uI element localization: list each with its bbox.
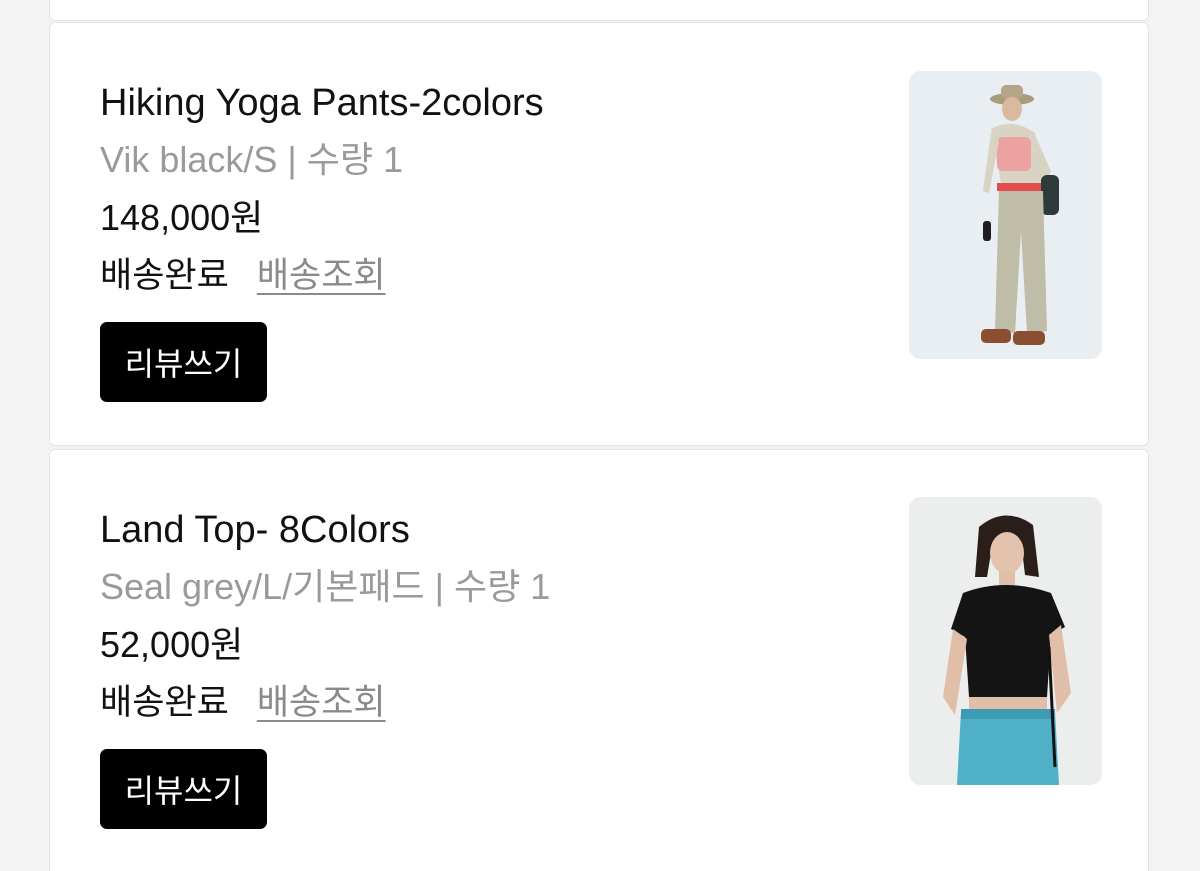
product-price: 148,000원: [100, 197, 264, 238]
order-list: Hiking Yoga Pants-2colors Vik black/S | …: [0, 0, 1200, 871]
track-delivery-link[interactable]: 배송조회: [257, 674, 386, 732]
product-thumbnail[interactable]: [909, 497, 1102, 785]
delivery-status-row: 배송완료 배송조회: [100, 674, 860, 732]
product-price: 52,000원: [100, 624, 244, 665]
order-card: Hiking Yoga Pants-2colors Vik black/S | …: [49, 22, 1149, 446]
product-photo-icon: [909, 71, 1102, 359]
previous-order-card: [49, 0, 1149, 21]
track-delivery-link[interactable]: 배송조회: [257, 247, 386, 305]
delivery-status-row: 배송완료 배송조회: [100, 247, 860, 305]
order-card: Land Top- 8Colors Seal grey/L/기본패드 | 수량 …: [49, 449, 1149, 871]
product-thumbnail[interactable]: [909, 71, 1102, 359]
delivery-status: 배송완료: [100, 256, 229, 295]
delivery-status: 배송완료: [100, 683, 229, 722]
product-option: Vik black/S | 수량 1: [100, 139, 404, 180]
order-info: Land Top- 8Colors Seal grey/L/기본패드 | 수량 …: [100, 502, 860, 829]
write-review-button[interactable]: 리뷰쓰기: [100, 322, 267, 402]
product-name[interactable]: Hiking Yoga Pants-2colors: [100, 75, 860, 131]
product-photo-icon: [909, 497, 1102, 785]
order-info: Hiking Yoga Pants-2colors Vik black/S | …: [100, 75, 860, 402]
product-option: Seal grey/L/기본패드 | 수량 1: [100, 566, 551, 607]
product-name[interactable]: Land Top- 8Colors: [100, 502, 860, 558]
write-review-button[interactable]: 리뷰쓰기: [100, 749, 267, 829]
